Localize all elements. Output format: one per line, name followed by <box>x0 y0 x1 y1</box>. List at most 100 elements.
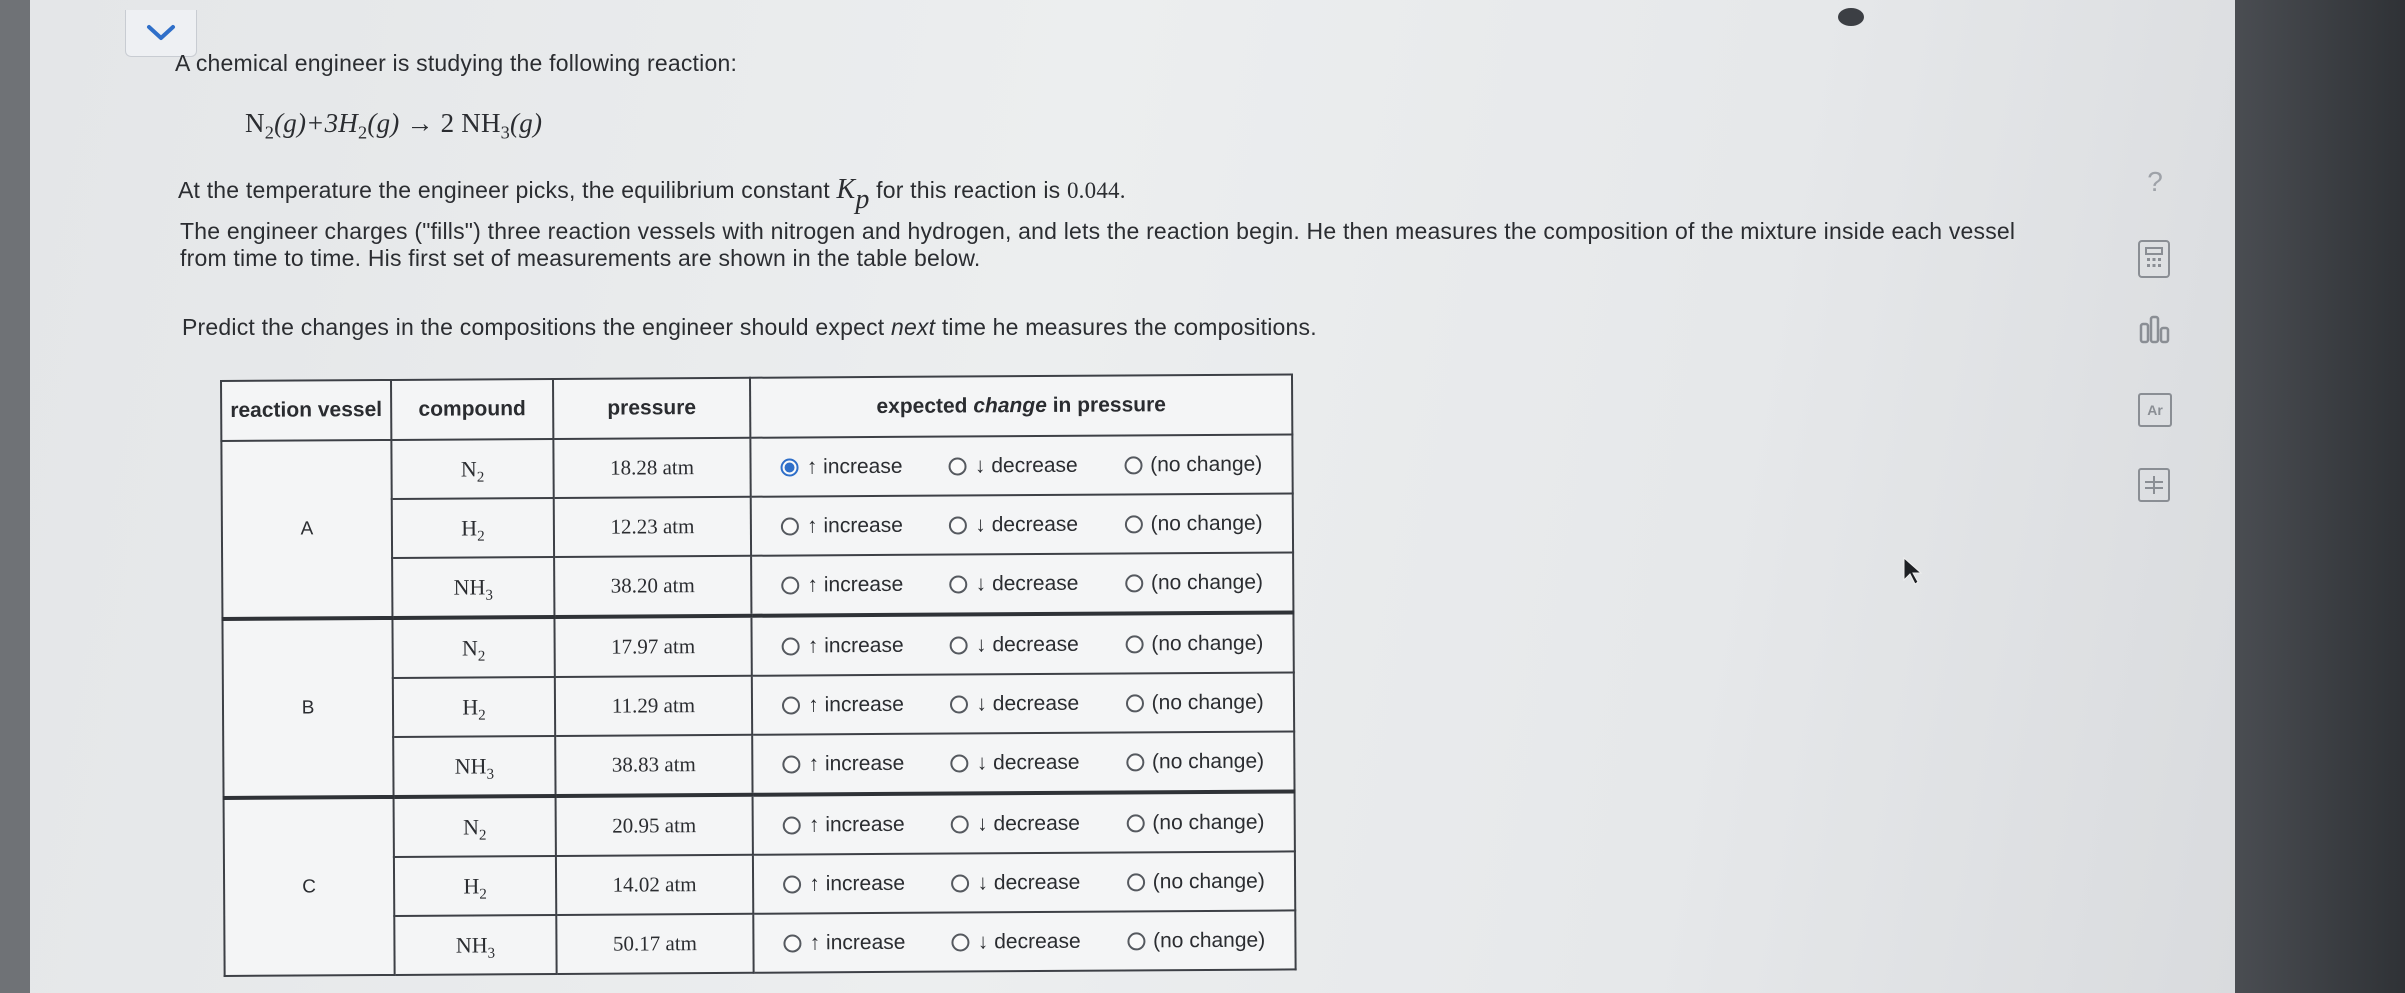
radio-button[interactable] <box>948 456 968 476</box>
radio-button[interactable] <box>781 636 800 656</box>
expected-change-cell: ↑ increase ↓ decrease (no change) <box>753 910 1296 973</box>
expected-change-cell: ↑ increase ↓ decrease (no change) <box>752 731 1295 795</box>
radio-button[interactable] <box>951 814 970 834</box>
option-increase[interactable]: ↑ increase <box>780 454 903 479</box>
periodic-table-icon[interactable]: Ar <box>2138 393 2172 427</box>
option-nochange[interactable]: (no change) <box>1126 810 1265 835</box>
radio-button[interactable] <box>1126 813 1145 832</box>
chevron-down-icon <box>147 25 175 40</box>
pressure-cell: 50.17 atm <box>556 913 754 974</box>
reference-book-icon[interactable] <box>2138 468 2170 502</box>
option-increase[interactable]: ↑ increase <box>783 930 906 955</box>
compound-cell: NH3 <box>394 914 557 975</box>
option-decrease[interactable]: ↓ decrease <box>949 512 1078 537</box>
radio-button[interactable] <box>781 575 800 595</box>
option-decrease[interactable]: ↓ decrease <box>951 811 1080 836</box>
radio-button[interactable] <box>1125 634 1144 653</box>
radio-button[interactable] <box>951 873 970 893</box>
radio-button[interactable] <box>1127 931 1146 950</box>
radio-button[interactable] <box>1124 455 1143 474</box>
option-label: ↑ increase <box>808 692 905 716</box>
option-nochange[interactable]: (no change) <box>1125 690 1264 715</box>
option-nochange[interactable]: (no change) <box>1124 570 1264 595</box>
option-nochange[interactable]: (no change) <box>1127 928 1265 953</box>
option-label: ↑ increase <box>807 572 904 596</box>
expected-change-cell: ↑ increase ↓ decrease (no change) <box>752 791 1295 855</box>
radio-button[interactable] <box>949 574 968 594</box>
calculator-icon[interactable] <box>2138 240 2170 278</box>
radio-button[interactable] <box>783 874 802 894</box>
option-nochange[interactable]: (no change) <box>1126 869 1265 894</box>
option-label: ↓ decrease <box>975 632 1079 656</box>
radio-button[interactable] <box>783 933 802 953</box>
option-increase[interactable]: ↑ increase <box>781 572 903 597</box>
pressure-cell: 38.83 atm <box>555 734 753 796</box>
expected-change-cell: ↑ increase ↓ decrease (no change) <box>751 672 1295 735</box>
radio-button[interactable] <box>950 635 969 655</box>
expected-change-cell: ↑ increase ↓ decrease (no change) <box>752 851 1296 914</box>
option-label: ↓ decrease <box>974 453 1078 477</box>
option-label: ↓ decrease <box>975 512 1079 536</box>
radio-button[interactable] <box>1126 872 1145 891</box>
option-increase[interactable]: ↑ increase <box>781 513 903 538</box>
header-reaction-vessel: reaction vessel <box>221 379 392 441</box>
radio-button[interactable] <box>1124 573 1143 592</box>
expected-change-cell: ↑ increase ↓ decrease (no change) <box>750 434 1293 497</box>
reaction-table: reaction vessel compound pressure expect… <box>220 373 1297 977</box>
radio-button[interactable] <box>782 754 801 774</box>
compound-cell: H2 <box>393 855 557 916</box>
radio-button[interactable] <box>949 515 968 535</box>
expected-change-cell: ↑ increase ↓ decrease (no change) <box>751 552 1294 616</box>
radio-button[interactable] <box>780 457 799 477</box>
radio-button[interactable] <box>950 753 969 773</box>
option-decrease[interactable]: ↓ decrease <box>951 870 1080 895</box>
option-decrease[interactable]: ↓ decrease <box>950 750 1080 775</box>
option-decrease[interactable]: ↓ decrease <box>949 571 1079 596</box>
radio-button[interactable] <box>781 516 800 536</box>
radio-button[interactable] <box>950 694 969 714</box>
radio-button[interactable] <box>1125 752 1145 771</box>
pressure-cell: 38.20 atm <box>554 555 752 617</box>
option-nochange[interactable]: (no change) <box>1125 749 1264 774</box>
option-increase[interactable]: ↑ increase <box>782 751 905 776</box>
option-increase[interactable]: ↑ increase <box>781 633 904 658</box>
radio-button[interactable] <box>782 815 802 835</box>
data-chart-icon[interactable] <box>2138 312 2172 346</box>
header-compound: compound <box>391 378 554 440</box>
option-increase[interactable]: ↑ increase <box>782 692 904 717</box>
option-nochange[interactable]: (no change) <box>1124 511 1263 536</box>
table-row: A N2 18.28 atm ↑ increase ↓ decrease (no chan… <box>221 434 1293 619</box>
option-label: ↓ decrease <box>977 929 1081 953</box>
option-label: (no change) <box>1151 631 1264 655</box>
option-increase[interactable]: ↑ increase <box>783 871 905 896</box>
option-label: ↓ decrease <box>976 691 1080 715</box>
screen-bezel-left <box>0 0 30 993</box>
vessel-label: B <box>222 617 394 798</box>
option-label: ↑ increase <box>806 454 903 478</box>
equilibrium-constant-statement: At the temperature the engineer picks, t… <box>178 174 1126 215</box>
radio-button[interactable] <box>782 695 801 715</box>
option-nochange[interactable]: (no change) <box>1125 631 1263 656</box>
pressure-cell: 11.29 atm <box>554 675 753 736</box>
pressure-cell: 17.97 atm <box>554 615 752 677</box>
option-increase[interactable]: ↑ increase <box>782 812 905 837</box>
option-label: (no change) <box>1150 570 1264 594</box>
option-decrease[interactable]: ↓ decrease <box>950 691 1079 716</box>
option-label: ↑ increase <box>807 513 903 537</box>
expected-change-cell: ↑ increase ↓ decrease (no change) <box>751 612 1294 676</box>
option-nochange[interactable]: (no change) <box>1124 452 1262 477</box>
option-decrease[interactable]: ↓ decrease <box>951 929 1081 954</box>
radio-button[interactable] <box>1124 514 1143 533</box>
vessel-label: C <box>223 796 395 976</box>
radio-button[interactable] <box>1125 693 1144 712</box>
option-label: ↑ increase <box>808 812 905 836</box>
pressure-cell: 12.23 atm <box>553 496 752 557</box>
option-decrease[interactable]: ↓ decrease <box>950 632 1079 657</box>
option-label: ↑ increase <box>807 633 904 657</box>
help-icon[interactable]: ? <box>2138 165 2172 199</box>
question-description: The engineer charges ("fills") three rea… <box>180 218 2016 271</box>
radio-button[interactable] <box>951 932 970 952</box>
option-decrease[interactable]: ↓ decrease <box>948 453 1078 478</box>
option-label: ↑ increase <box>809 871 906 895</box>
option-label: ↑ increase <box>808 751 905 775</box>
